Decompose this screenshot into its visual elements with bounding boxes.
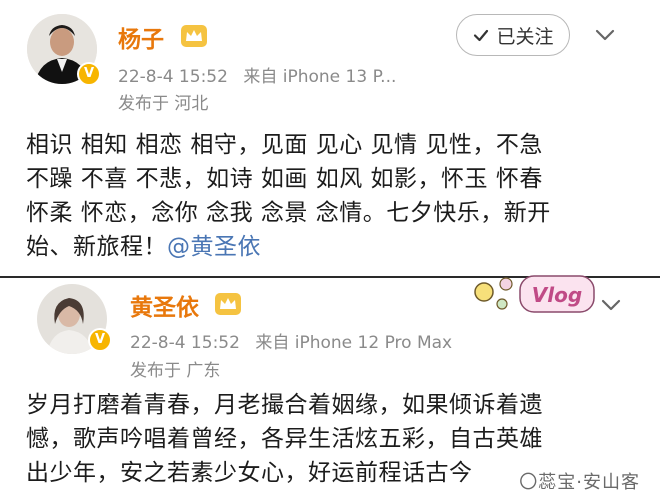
author-name[interactable]: 杨子 xyxy=(118,20,164,54)
post-location: 发布于 河北 xyxy=(118,94,209,114)
body-text: 始、新旅程！ xyxy=(26,234,167,260)
body-line: 岁月打磨着青春，月老撮合着姻缘，如果倾诉着遗 xyxy=(26,392,543,418)
verified-v-badge-icon: V xyxy=(88,328,112,352)
watermark-text: 〇蕊宝·安山客 xyxy=(519,472,640,493)
sticker-text: Vlog xyxy=(532,283,582,307)
body-line: 怀柔 怀恋，念你 念我 念景 念情。七夕快乐，新开 xyxy=(26,200,551,226)
post-body: 岁月打磨着青春，月老撮合着姻缘，如果倾诉着遗 憾，歌声吟唱着曾经，各异生活炫五彩… xyxy=(26,388,543,490)
source-device[interactable]: 来自 iPhone 12 Pro Max xyxy=(255,333,452,353)
followed-button[interactable]: 已关注 xyxy=(456,14,570,56)
post-body: 相识 相知 相恋 相守，见面 见心 见情 见性，不急 不躁 不喜 不悲，如诗 如… xyxy=(26,128,551,264)
vip-crown-icon xyxy=(215,293,241,315)
check-icon xyxy=(474,29,489,42)
mention-link[interactable]: @黄圣依 xyxy=(167,234,261,260)
more-options-chevron[interactable] xyxy=(596,290,626,320)
source-device[interactable]: 来自 iPhone 13 P... xyxy=(243,67,396,87)
chevron-down-icon xyxy=(601,299,621,311)
body-line: 不躁 不喜 不悲，如诗 如画 如风 如影，怀玉 怀春 xyxy=(26,166,543,192)
weibo-post-yangzi: V 杨子 22-8-4 15:52 来自 iPhone 13 P... 发布于 … xyxy=(0,0,660,276)
body-line: 憾，歌声吟唱着曾经，各异生活炫五彩，自古英雄 xyxy=(26,426,543,452)
body-line: 出少年，安之若素少女心，好运前程话古今 xyxy=(26,460,473,486)
timestamp-text: 22-8-4 15:52 xyxy=(130,333,240,353)
body-line-last: 始、新旅程！@黄圣依 xyxy=(26,230,551,264)
vlog-sticker-decoration: Vlog xyxy=(474,275,595,313)
chevron-down-icon xyxy=(595,29,615,41)
post-timestamp: 22-8-4 15:52 来自 iPhone 12 Pro Max xyxy=(130,328,452,353)
verified-v-badge-icon: V xyxy=(77,62,101,86)
body-line: 相识 相知 相恋 相守，见面 见心 见情 见性，不急 xyxy=(26,132,543,158)
author-name[interactable]: 黄圣依 xyxy=(130,288,199,322)
post-location: 发布于 广东 xyxy=(130,361,221,381)
post-timestamp: 22-8-4 15:52 来自 iPhone 13 P... xyxy=(118,62,396,87)
timestamp-text: 22-8-4 15:52 xyxy=(118,67,228,87)
follow-label: 已关注 xyxy=(496,25,554,48)
vip-crown-icon xyxy=(181,25,207,47)
more-options-chevron[interactable] xyxy=(590,20,620,50)
